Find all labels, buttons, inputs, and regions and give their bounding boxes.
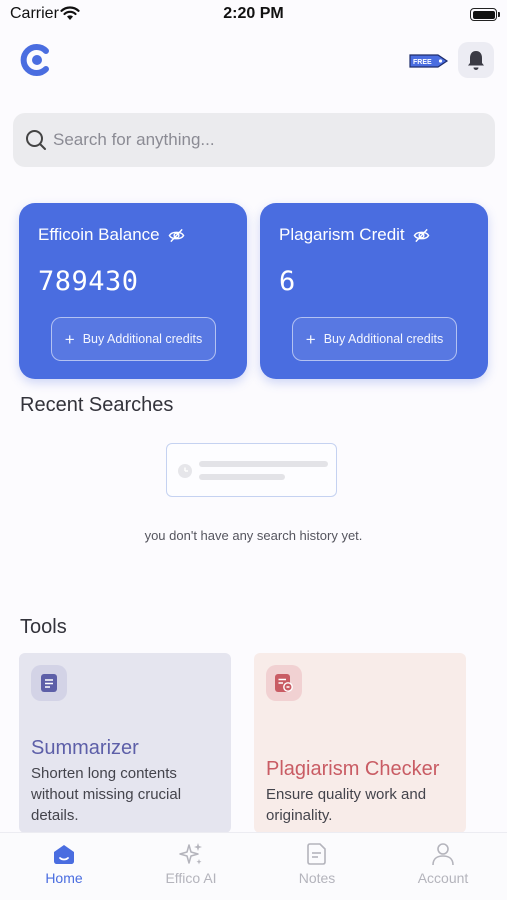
buy-credits-label: Buy Additional credits [323, 332, 444, 346]
card-title: Plagarism Credit [279, 225, 405, 244]
tool-description: Ensure quality work and originality. [266, 786, 427, 824]
battery-icon [470, 8, 500, 21]
document-icon [31, 665, 67, 701]
buy-credits-button[interactable]: + Buy Additional credits [292, 317, 457, 361]
tab-effico-ai[interactable]: Effico AI [128, 841, 254, 897]
tab-label: Effico AI [165, 870, 217, 886]
recent-searches-heading: Recent Searches [20, 394, 174, 416]
free-plan-badge[interactable]: FREE [409, 50, 449, 72]
bell-icon [468, 51, 484, 70]
person-icon [432, 843, 454, 866]
summarizer-tool-card[interactable]: Summarizer Shorten long contents without… [19, 653, 231, 833]
tab-home[interactable]: Home [1, 841, 127, 897]
tag-icon: FREE [409, 54, 449, 68]
tab-label: Home [45, 870, 83, 886]
card-title: Efficoin Balance [38, 225, 160, 244]
plagiarism-checker-tool-card[interactable]: Plagiarism Checker Ensure quality work a… [254, 653, 466, 833]
search-icon [26, 130, 46, 150]
free-badge-text: FREE [413, 59, 432, 66]
eye-off-icon[interactable] [168, 227, 185, 244]
empty-history-illustration [166, 443, 337, 497]
plagiarism-credit-value: 6 [279, 266, 296, 297]
tool-description: Shorten long contents without missing cr… [31, 765, 182, 824]
history-placeholder-icon [178, 461, 328, 480]
plus-icon: + [64, 329, 75, 349]
app-logo [20, 44, 49, 76]
document-check-icon [266, 665, 302, 701]
sparkle-icon [179, 843, 202, 865]
bottom-tab-bar: Home Effico AI Notes Account [0, 832, 507, 900]
empty-history-text: you don't have any search history yet. [144, 528, 363, 543]
clock: 2:20 PM [223, 5, 284, 22]
search-bar[interactable] [13, 113, 495, 167]
tools-heading: Tools [20, 616, 67, 638]
card-title-row: Efficoin Balance [38, 225, 185, 245]
buy-credits-label: Buy Additional credits [82, 332, 203, 346]
tool-name: Summarizer [31, 737, 139, 759]
tab-account[interactable]: Account [380, 841, 506, 897]
search-input[interactable] [53, 130, 473, 150]
efficoin-balance-value: 789430 [38, 266, 139, 297]
plagiarism-credit-card: Plagarism Credit 6 + Buy Additional cred… [260, 203, 488, 379]
status-bar: Carrier 2:20 PM [0, 0, 507, 30]
buy-credits-button[interactable]: + Buy Additional credits [51, 317, 216, 361]
notes-icon [307, 843, 326, 865]
tool-name: Plagiarism Checker [266, 758, 440, 780]
plus-icon: + [305, 329, 316, 349]
tab-label: Account [417, 870, 469, 886]
card-title-row: Plagarism Credit [279, 225, 430, 245]
efficoin-balance-card: Efficoin Balance 789430 + Buy Additional… [19, 203, 247, 379]
eye-off-icon[interactable] [413, 227, 430, 244]
tab-label: Notes [298, 870, 336, 886]
home-icon [54, 845, 74, 864]
notifications-button[interactable] [458, 42, 494, 78]
tab-notes[interactable]: Notes [254, 841, 380, 897]
